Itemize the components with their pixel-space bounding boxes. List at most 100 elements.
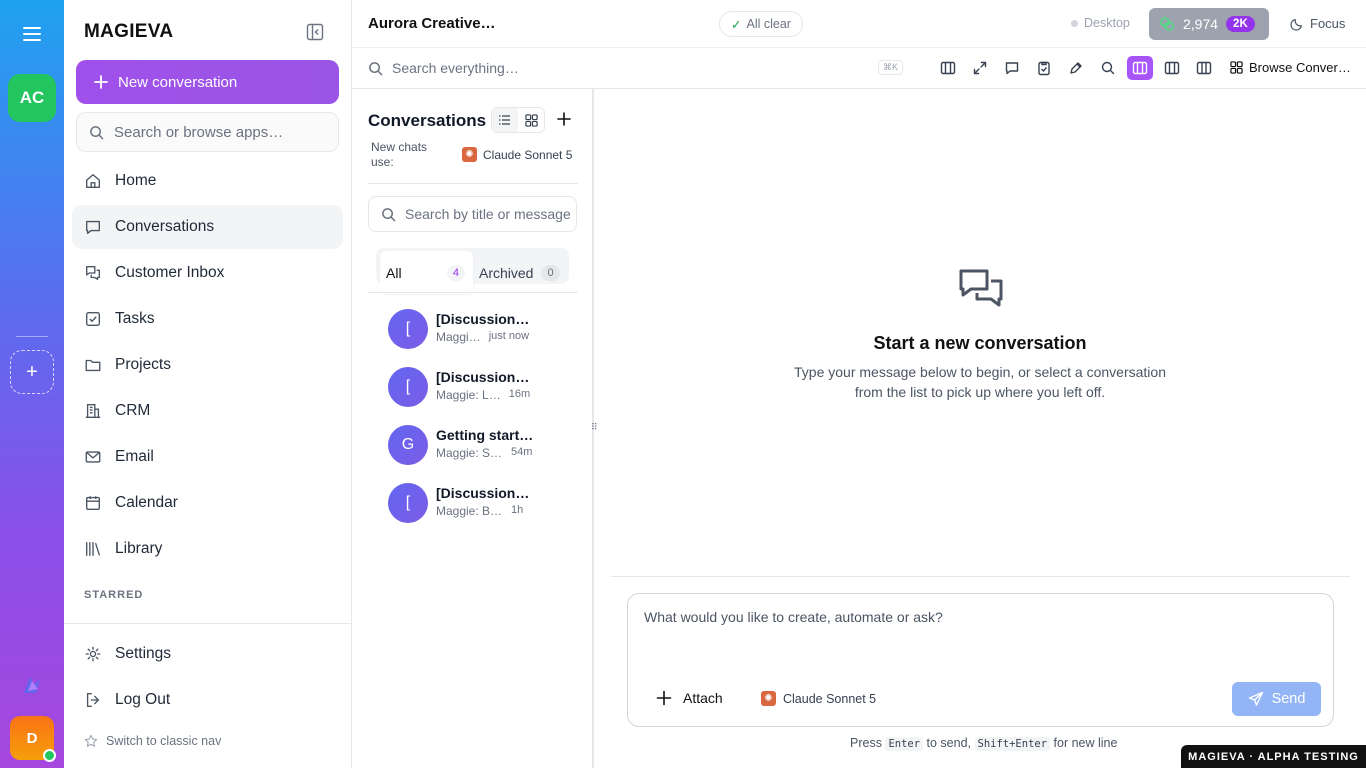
nav-item-label: Customer Inbox [115,264,225,281]
logout-icon [86,693,100,707]
library-icon [86,542,100,556]
star-icon [84,734,98,747]
conversation-time: 54m [511,446,533,458]
desktop-label: Desktop [1084,16,1130,30]
user-initial: D [26,729,38,747]
workspace-title[interactable]: Aurora Creative… [368,15,496,32]
nav-item-label: Conversations [115,218,215,235]
panel-resize-handle[interactable]: ⠿ [591,422,599,436]
columns-view-icon[interactable] [1127,56,1153,80]
conversation-time: 16m [508,388,531,400]
hint-text: Press [850,736,882,750]
new-conversation-label: New conversation [118,73,238,91]
new-conversation-button[interactable]: New conversation [76,60,339,104]
collapse-sidebar-icon[interactable] [306,23,324,41]
search-icon[interactable] [1095,56,1121,80]
app-logo-icon [18,671,46,699]
app-search-placeholder: Search or browse apps… [114,123,284,141]
add-conversation-icon[interactable] [556,111,572,127]
list-view-icon[interactable] [492,108,518,132]
tab-label: All [386,264,402,281]
nav-item-logout[interactable]: Log Out [72,678,343,722]
conversation-item[interactable]: [ [Discussion… Maggi… just now [388,309,578,367]
empty-state-line: from the list to pick up where you left … [854,384,1106,400]
conversation-preview: Maggie: By t… [436,504,503,518]
conversation-item[interactable]: [ [Discussion… Maggie: L… 16m [388,367,578,425]
layout-columns-icon[interactable] [1159,56,1185,80]
view-toggle [491,107,545,133]
nav-item-settings[interactable]: Settings [72,632,343,676]
conversation-search-input[interactable]: Search by title or message [368,196,577,232]
browse-label: Browse Conver… [1249,60,1351,75]
nav-item-library[interactable]: Library [72,527,343,571]
credits-button[interactable]: 2,974 2K [1149,8,1269,40]
sidebar-divider [64,623,351,624]
conversation-title: Getting start… [436,427,534,443]
message-input-placeholder[interactable]: What would you like to create, automate … [644,609,943,625]
nav-item-tasks[interactable]: Tasks [72,297,343,341]
workspace-avatar[interactable]: AC [8,74,56,122]
attach-button[interactable]: Attach [656,690,723,706]
sidebar: MAGIEVA New conversation Search or brows… [64,0,352,768]
nav-item-label: Email [115,448,154,465]
pen-icon[interactable] [1063,56,1089,80]
global-search-input[interactable]: Search everything… [368,60,519,76]
tab-count: 0 [541,264,560,281]
hamburger-icon[interactable] [20,24,44,44]
tab-all[interactable]: All 4 [380,251,473,294]
nav-item-label: Projects [115,356,171,373]
attach-label: Attach [683,690,723,706]
conversations-divider [368,183,578,184]
model-selector[interactable]: ✺ Claude Sonnet 5 [462,147,572,162]
focus-button[interactable]: Focus [1290,16,1345,31]
app-search-input[interactable]: Search or browse apps… [76,112,339,152]
mail-icon [85,451,101,463]
rail-divider [16,336,48,337]
send-icon [1248,691,1263,706]
composer-model-selector[interactable]: ✺ Claude Sonnet 5 [761,691,876,706]
expand-icon[interactable] [967,56,993,80]
building-icon [85,404,101,418]
switch-classic-nav-label: Switch to classic nav [106,734,222,748]
nav-item-calendar[interactable]: Calendar [72,481,343,525]
nav-item-label: CRM [115,402,151,419]
tab-archived[interactable]: Archived 0 [479,251,568,294]
layout-panels-icon[interactable] [1191,56,1217,80]
user-avatar[interactable]: D [10,716,56,762]
nav-item-crm[interactable]: CRM [72,389,343,433]
send-button[interactable]: Send [1232,682,1321,716]
conversation-preview: Maggie: L… [436,388,501,402]
coins-icon [1160,17,1174,31]
plus-icon [656,690,672,706]
grid-icon [1230,61,1243,74]
clipboard-check-icon[interactable] [1031,56,1057,80]
nav-item-projects[interactable]: Projects [72,343,343,387]
claude-icon: ✺ [462,147,477,162]
split-view-icon[interactable] [935,56,961,80]
browse-conversations-button[interactable]: Browse Conver… [1230,60,1351,75]
conversation-item[interactable]: G Getting start… Maggie: St… 54m [388,425,578,483]
nav-item-customer-inbox[interactable]: Customer Inbox [72,251,343,295]
online-status-dot [43,749,56,762]
chat-icon[interactable] [999,56,1025,80]
nav-item-label: Log Out [115,691,171,708]
nav-item-home[interactable]: Home [72,159,343,203]
conversation-search-placeholder: Search by title or message [405,206,571,222]
home-icon [86,174,100,188]
nav-item-label: Tasks [115,310,155,327]
grid-view-icon[interactable] [518,108,544,132]
nav-item-email[interactable]: Email [72,435,343,479]
conversation-time: 1h [511,504,524,516]
conversation-item[interactable]: [ [Discussion… Maggie: By t… 1h [388,483,578,541]
conversation-title: [Discussion… [436,485,530,501]
focus-label: Focus [1310,16,1346,31]
message-composer[interactable]: What would you like to create, automate … [627,593,1334,727]
desktop-status[interactable]: Desktop [1071,16,1130,30]
hint-text: for new line [1053,736,1118,750]
hint-key: Shift+Enter [974,737,1051,751]
add-workspace-button[interactable]: + [10,350,54,394]
switch-classic-nav-link[interactable]: Switch to classic nav [84,734,221,748]
status-badge[interactable]: ✓ All clear [719,11,803,37]
desktop-status-dot [1071,19,1078,27]
nav-item-conversations[interactable]: Conversations [72,205,343,249]
